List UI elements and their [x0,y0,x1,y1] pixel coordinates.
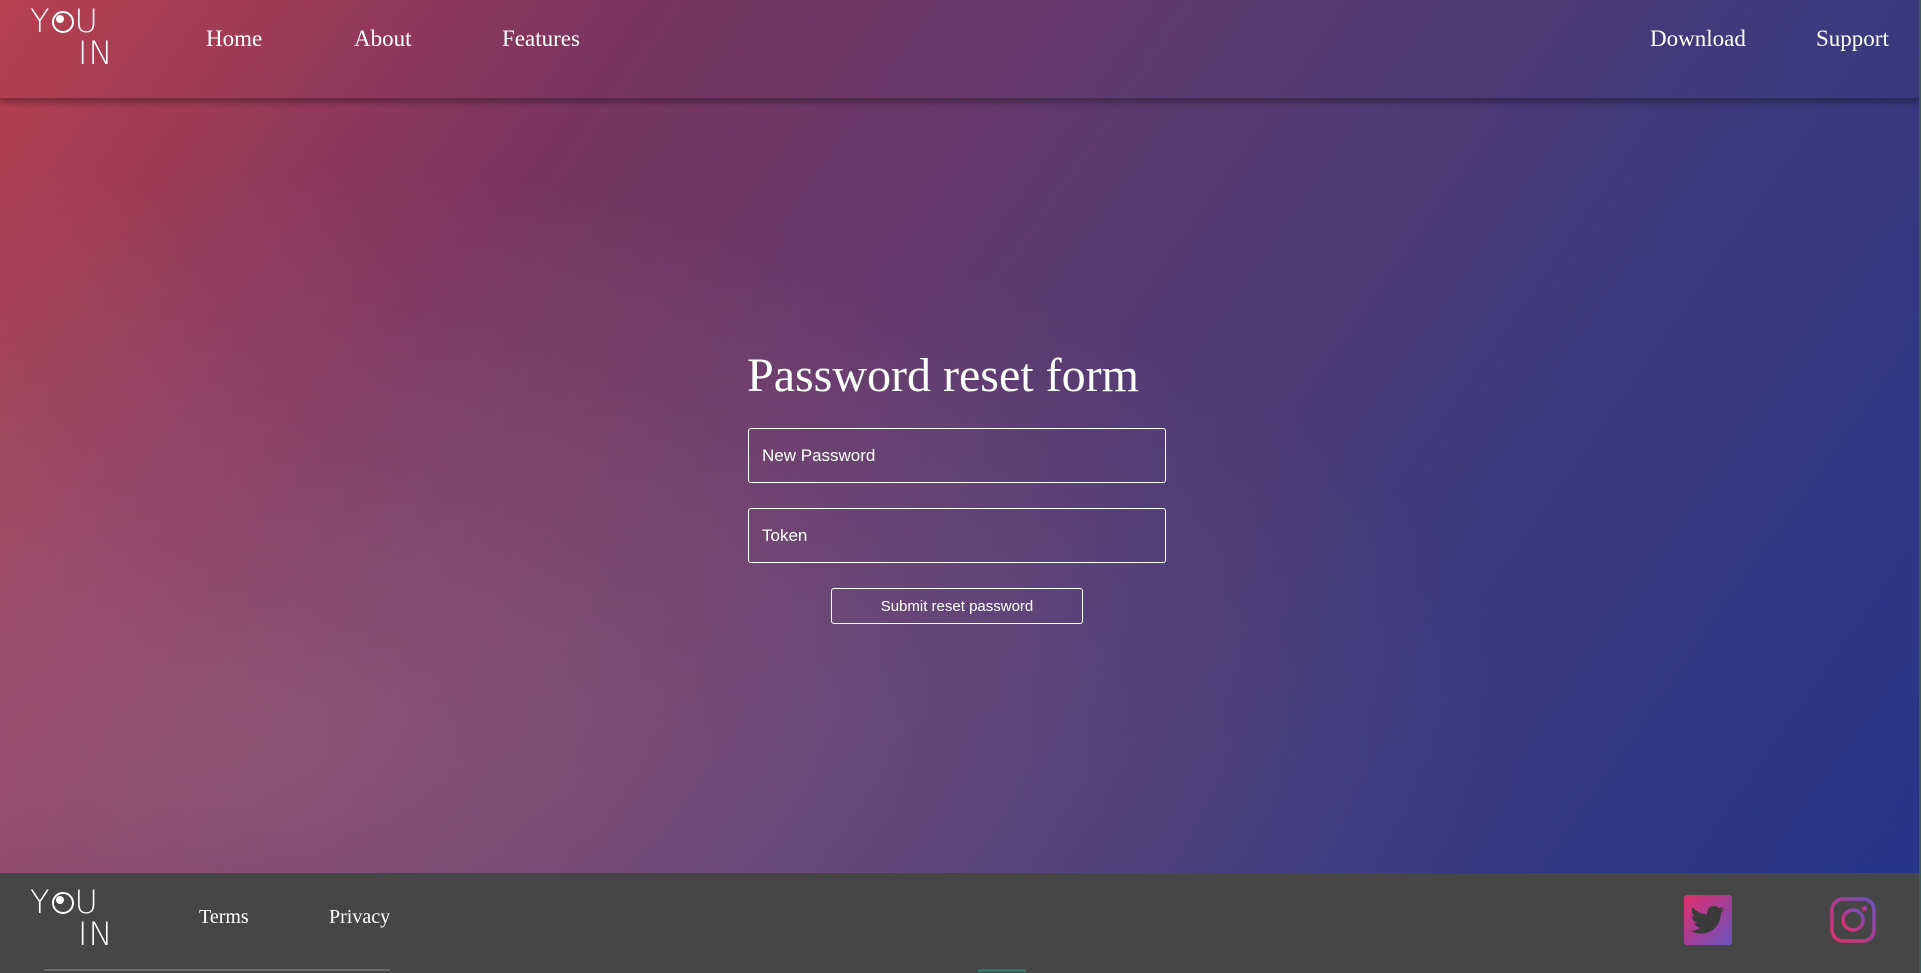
twitter-icon [1691,905,1725,934]
token-input[interactable] [748,508,1166,563]
instagram-icon [1830,897,1876,943]
site-logo[interactable]: YU IN [30,2,122,72]
twitter-link[interactable] [1684,895,1732,945]
form-title: Password reset form [747,349,1139,402]
site-header: YU IN Home About Features Download Suppo… [0,0,1919,99]
site-footer: YU IN Terms Privacy [0,873,1919,973]
page: YU IN Home About Features Download Suppo… [0,0,1921,973]
nav-home-link[interactable]: Home [206,26,262,52]
footer-terms-link[interactable]: Terms [199,906,249,929]
new-password-input[interactable] [748,428,1166,483]
footer-privacy-link[interactable]: Privacy [329,906,390,929]
footer-logo-line-2: IN [78,915,114,953]
logo-line-1: YU [30,2,99,40]
nav-download-link[interactable]: Download [1650,26,1746,52]
nav-support-link[interactable]: Support [1816,26,1889,52]
logo-line-2: IN [78,34,114,72]
footer-logo[interactable]: YU IN [30,883,122,953]
nav-features-link[interactable]: Features [502,26,580,52]
submit-reset-password-button[interactable]: Submit reset password [831,588,1083,624]
nav-about-link[interactable]: About [354,26,412,52]
horizontal-scrollbar[interactable] [44,969,390,971]
logo-eye-mark-icon [51,11,74,33]
footer-logo-eye-mark-icon [51,892,74,914]
instagram-link[interactable] [1829,895,1877,945]
footer-logo-line-1: YU [30,883,99,921]
taskbar-indicator [978,969,1026,972]
